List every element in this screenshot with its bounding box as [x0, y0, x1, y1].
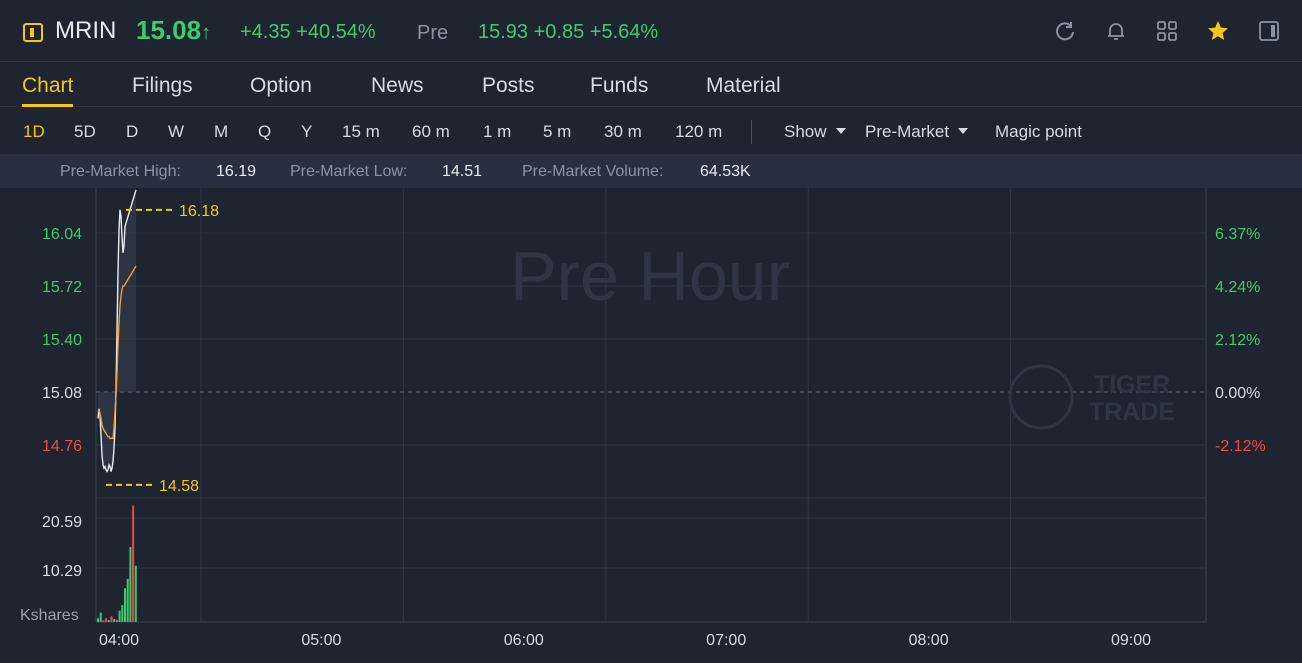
volume-bar [99, 612, 102, 622]
volume-bar [102, 620, 105, 622]
pre-market-stats: Pre-Market High: 16.19 Pre-Market Low: 1… [0, 154, 1302, 188]
period-q[interactable]: Q [258, 122, 271, 142]
bell-icon[interactable] [1103, 18, 1129, 44]
percent-tick-label: 0.00% [1215, 385, 1260, 402]
volume-bar [124, 588, 126, 622]
quote-header: MRIN 15.08↑ +4.35 +40.54% Pre 15.93 +0.8… [0, 0, 1302, 62]
tiger-logo-icon [1008, 364, 1074, 430]
volume-bar [134, 565, 137, 622]
price-tick-label: 15.72 [42, 279, 82, 296]
period-60m[interactable]: 60 m [412, 122, 450, 142]
volume-bar [126, 578, 129, 622]
pre-market-volume-label: Pre-Market Volume: [522, 163, 664, 180]
period-d[interactable]: D [126, 122, 138, 142]
pre-market-low-value: 14.51 [442, 163, 483, 180]
tab-chart[interactable]: Chart [22, 74, 73, 98]
volume-tick-label: 10.29 [42, 563, 82, 580]
magic-point-button[interactable]: Magic point [995, 122, 1082, 142]
last-price: 15.08↑ [136, 15, 212, 45]
volume-bar [121, 605, 124, 622]
volume-bar [132, 505, 135, 622]
volume-bar [115, 619, 118, 622]
period-5m[interactable]: 5 m [543, 122, 571, 142]
time-axis-label: 06:00 [504, 632, 544, 649]
percent-tick-label: 2.12% [1215, 332, 1260, 349]
tab-news[interactable]: News [371, 74, 424, 98]
percent-tick-label: 6.37% [1215, 226, 1260, 243]
ticker-symbol: MRIN [55, 17, 117, 44]
tab-posts[interactable]: Posts [482, 74, 535, 98]
period-120m[interactable]: 120 m [675, 122, 722, 142]
tab-option[interactable]: Option [250, 74, 312, 98]
volume-bar [129, 546, 132, 622]
chevron-down-icon [835, 127, 846, 134]
time-axis-label: 08:00 [909, 632, 949, 649]
period-1m[interactable]: 1 m [483, 122, 511, 142]
tab-funds[interactable]: Funds [590, 74, 648, 98]
time-axis-label: 05:00 [301, 632, 341, 649]
panel-icon[interactable] [1256, 18, 1282, 44]
time-axis-label: 04:00 [99, 632, 139, 649]
volume-bar [105, 618, 108, 622]
period-w[interactable]: W [168, 122, 184, 142]
refresh-icon[interactable] [1052, 18, 1078, 44]
grid-icon[interactable] [1154, 18, 1180, 44]
volume-bar [97, 618, 99, 622]
volume-tick-label: 20.59 [42, 514, 82, 531]
pre-market-high-label: Pre-Market High: [60, 163, 181, 180]
price-tick-label: 15.40 [42, 332, 82, 349]
high-marker-label: 16.18 [179, 203, 219, 220]
low-marker-label: 14.58 [159, 478, 199, 495]
volume-bar [113, 618, 116, 622]
price-tick-label: 15.08 [42, 385, 82, 402]
pre-market-high-value: 16.19 [216, 163, 257, 180]
watermark-brand-line2: TRADE [1089, 398, 1175, 426]
period-m[interactable]: M [214, 122, 228, 142]
watermark-brand-line1: TIGER [1094, 371, 1170, 399]
session-dropdown[interactable]: Pre-Market [865, 122, 969, 142]
pre-market-quote: 15.93 +0.85 +5.64% [478, 21, 659, 43]
price-change: +4.35 +40.54% [240, 21, 376, 43]
toolbar-divider [751, 120, 752, 144]
period-selector: 1D 5D D W M Q Y 15 m 60 m 1 m 5 m 30 m 1… [0, 107, 1302, 154]
period-15m[interactable]: 15 m [342, 122, 380, 142]
percent-tick-label: 4.24% [1215, 279, 1260, 296]
pre-market-low-label: Pre-Market Low: [290, 163, 408, 180]
watermark-text: Pre Hour [510, 237, 790, 315]
section-tabs: Chart Filings Option News Posts Funds Ma… [0, 62, 1302, 107]
price-tick-label: 16.04 [42, 226, 82, 243]
intraday-chart[interactable]: Pre Hour TIGERTRADE 16.04 15.72 15.40 15.08 14… [0, 188, 1302, 663]
volume-bar [107, 620, 110, 622]
show-dropdown-label: Show [784, 122, 827, 141]
period-30m[interactable]: 30 m [604, 122, 642, 142]
chevron-down-icon [958, 127, 969, 134]
percent-tick-label: -2.12% [1215, 438, 1266, 455]
pre-market-label: Pre [417, 22, 449, 44]
tab-material[interactable]: Material [706, 74, 781, 98]
session-dropdown-label: Pre-Market [865, 122, 950, 141]
ticker-icon[interactable] [23, 23, 43, 42]
star-icon[interactable] [1205, 18, 1231, 44]
show-dropdown[interactable]: Show [784, 122, 846, 142]
price-tick-label: 14.76 [42, 438, 82, 455]
time-axis-label: 09:00 [1111, 632, 1151, 649]
pre-market-volume-value: 64.53K [700, 163, 751, 180]
period-y[interactable]: Y [301, 122, 312, 142]
volume-bar [118, 610, 121, 622]
period-1d[interactable]: 1D [23, 122, 45, 142]
volume-unit-label: Kshares [20, 607, 79, 624]
tab-filings[interactable]: Filings [132, 74, 193, 98]
period-5d[interactable]: 5D [74, 122, 96, 142]
time-axis-label: 07:00 [706, 632, 746, 649]
volume-bar [110, 616, 113, 622]
